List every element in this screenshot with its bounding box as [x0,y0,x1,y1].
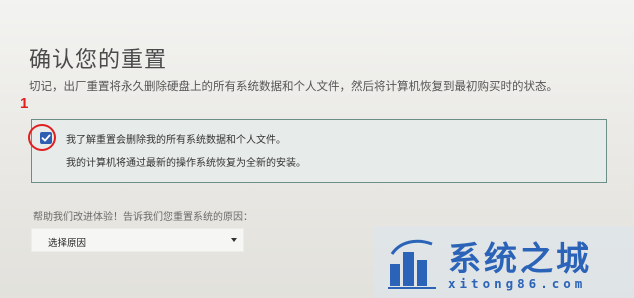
confirm-reset-panel [31,119,607,183]
reset-reason-select-value: 选择原因 [48,238,87,249]
confirm-checkbox-label[interactable]: 我了解重置会删除我的所有系统数据和个人文件。 [66,131,286,146]
page-title: 确认您的重置 [29,48,168,73]
checkmark-icon [41,134,51,142]
annotation-step-number: 1 [20,95,29,112]
watermark: 系统之城 xitong86.com [374,226,634,298]
chevron-down-icon [231,238,237,242]
reset-warning-text: 切记，出厂重置将永久删除硬盘上的所有系统数据和个人文件，然后将计算机恢复到最初购… [29,79,558,93]
city-logo-icon [388,239,436,289]
feedback-prompt: 帮助我们改进体验！告诉我们您重置系统的原因： [33,212,253,223]
watermark-url: xitong86.com [448,276,587,291]
confirm-reset-checkbox[interactable] [40,132,52,144]
watermark-title: 系统之城 [448,239,592,278]
confirm-description: 我的计算机将通过最新的操作系统恢复为全新的安装。 [66,158,306,169]
reset-reason-select[interactable]: 选择原因 [31,228,244,252]
